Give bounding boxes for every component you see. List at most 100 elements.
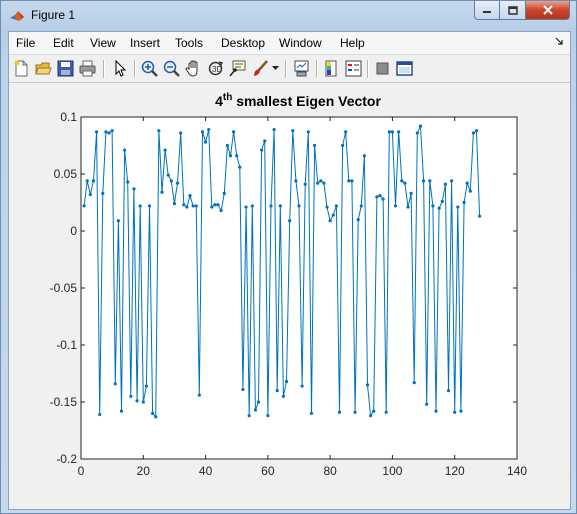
data-point: [431, 204, 435, 208]
data-point: [179, 131, 183, 135]
data-point: [406, 205, 410, 209]
data-point: [359, 204, 363, 208]
menu-view[interactable]: View: [90, 36, 116, 50]
data-point: [278, 204, 282, 208]
data-point: [172, 202, 177, 206]
data-point: [157, 129, 161, 133]
data-point: [437, 206, 441, 210]
data-point: [450, 179, 454, 183]
data-point: [384, 410, 388, 414]
data-point: [260, 148, 264, 152]
brush-icon[interactable]: [251, 59, 270, 78]
open-file-icon[interactable]: [34, 59, 53, 78]
menu-insert[interactable]: Insert: [130, 36, 160, 50]
data-point: [409, 191, 413, 195]
data-point: [362, 154, 366, 158]
menu-tools[interactable]: Tools: [175, 36, 203, 50]
data-point: [294, 179, 298, 183]
close-button[interactable]: [526, 1, 570, 20]
data-point: [219, 208, 223, 213]
figure-window: Figure 1 File Edit View Insert Tools Des…: [0, 0, 577, 514]
legend-icon[interactable]: [344, 59, 363, 78]
data-point: [256, 400, 261, 404]
data-point: [316, 181, 320, 185]
data-point: [468, 189, 472, 193]
data-point: [135, 399, 139, 403]
data-point: [85, 179, 89, 183]
maximize-button[interactable]: [500, 1, 526, 20]
print-icon[interactable]: [78, 59, 97, 78]
title-bar[interactable]: Figure 1: [1, 1, 576, 31]
data-point: [182, 203, 186, 207]
data-point: [291, 129, 295, 133]
data-point: [91, 179, 96, 183]
x-tick-label: 40: [199, 464, 213, 478]
data-point: [225, 143, 229, 148]
menu-file[interactable]: File: [16, 36, 35, 50]
data-point: [459, 409, 463, 413]
data-point: [163, 148, 167, 152]
data-point: [154, 415, 158, 419]
data-point: [228, 154, 233, 158]
data-point: [347, 179, 351, 183]
hide-plot-tools-icon[interactable]: [373, 59, 392, 78]
data-point: [334, 204, 338, 208]
data-point: [235, 154, 239, 158]
data-point: [412, 381, 416, 385]
data-point: [325, 205, 329, 209]
show-plot-tools-icon[interactable]: [395, 59, 414, 78]
y-tick-label: 0: [70, 224, 77, 238]
save-icon[interactable]: [56, 59, 75, 78]
client-area: File Edit View Insert Tools Desktop Wind…: [8, 31, 571, 510]
data-point: [129, 394, 133, 398]
pointer-icon[interactable]: [110, 59, 129, 78]
rotate-3d-icon[interactable]: 3D: [206, 59, 225, 78]
menu-desktop[interactable]: Desktop: [221, 36, 265, 50]
colorbar-icon[interactable]: [322, 59, 341, 78]
y-tick-label: -0.2: [56, 452, 77, 466]
data-point: [309, 411, 314, 415]
zoom-in-icon[interactable]: [140, 59, 159, 78]
menu-window[interactable]: Window: [279, 36, 322, 50]
dock-arrow-icon[interactable]: [555, 37, 564, 46]
x-tick-label: 100: [382, 464, 402, 478]
data-point: [350, 179, 354, 183]
y-tick-label: 0.1: [60, 110, 77, 124]
brush-dropdown-icon[interactable]: [272, 66, 279, 71]
data-point: [253, 408, 257, 412]
data-point: [284, 379, 289, 384]
link-plot-icon[interactable]: [292, 59, 311, 78]
data-point: [247, 414, 251, 418]
data-point: [191, 204, 195, 208]
data-point: [456, 205, 460, 209]
data-point: [400, 179, 404, 183]
data-point: [378, 194, 382, 198]
menu-edit[interactable]: Edit: [53, 36, 74, 50]
data-point: [119, 409, 124, 413]
x-tick-label: 120: [445, 464, 465, 478]
data-point: [244, 205, 248, 209]
figure-toolbar: 3D: [9, 55, 570, 83]
pan-icon[interactable]: [184, 59, 203, 78]
zoom-out-icon[interactable]: [162, 59, 181, 78]
data-point: [390, 130, 395, 134]
data-point: [94, 130, 99, 134]
data-point: [440, 199, 444, 203]
maximize-icon: [507, 5, 518, 15]
data-point: [319, 179, 323, 183]
data-point: [428, 179, 432, 183]
data-point: [418, 124, 423, 128]
minimize-button[interactable]: [474, 1, 500, 20]
data-point: [113, 382, 117, 386]
data-point: [123, 148, 127, 152]
data-point: [88, 192, 92, 197]
new-figure-icon[interactable]: [12, 59, 31, 78]
data-point: [397, 130, 401, 134]
menu-help[interactable]: Help: [340, 36, 365, 50]
minimize-icon: [483, 11, 491, 13]
data-point: [372, 409, 376, 413]
data-cursor-icon[interactable]: [228, 59, 247, 78]
data-point: [207, 127, 211, 132]
data-point: [421, 179, 426, 183]
data-point: [126, 180, 130, 184]
